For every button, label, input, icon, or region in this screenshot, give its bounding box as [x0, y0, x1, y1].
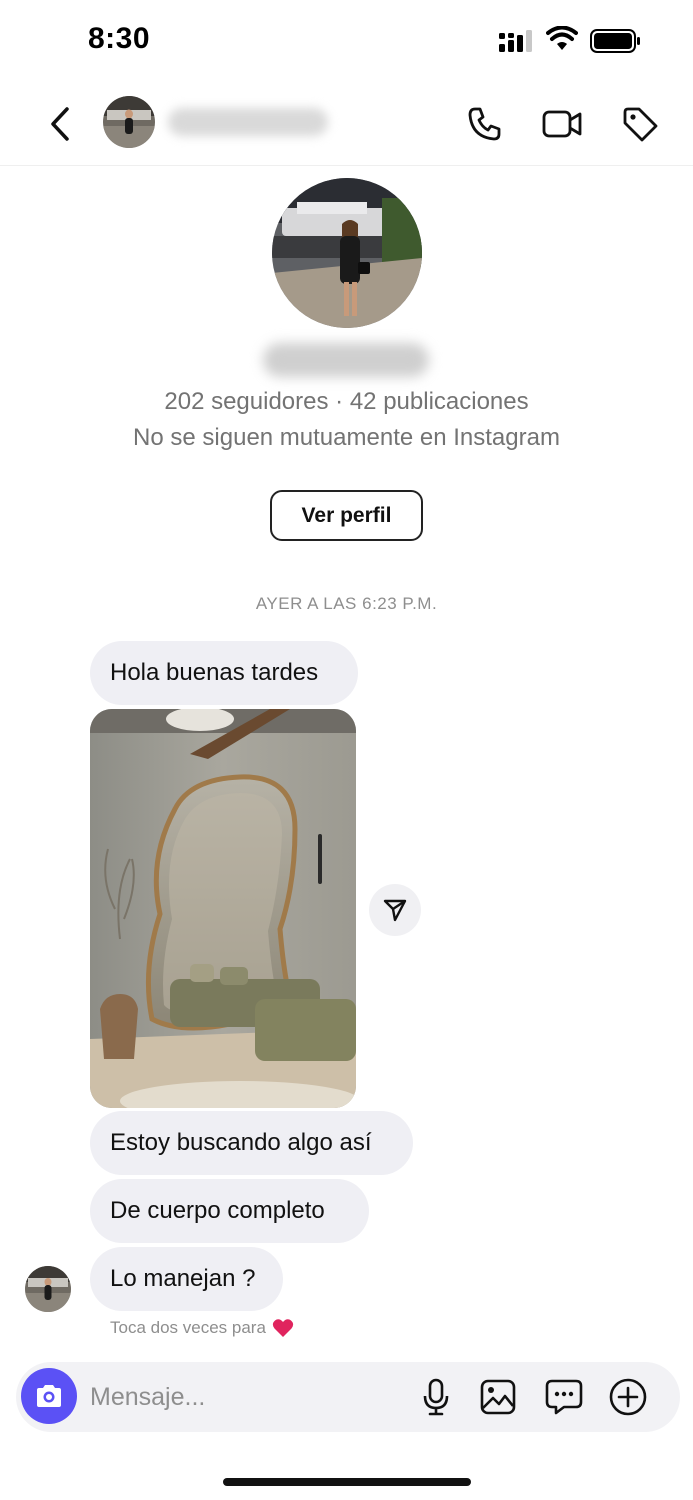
message-bubble[interactable]: Estoy buscando algo así	[90, 1111, 413, 1175]
sticker-button[interactable]	[542, 1375, 586, 1419]
chat-header	[0, 80, 693, 166]
back-button[interactable]	[40, 102, 80, 146]
camera-icon	[37, 1385, 61, 1407]
hint-text: Toca dos veces para	[110, 1318, 266, 1337]
header-avatar[interactable]	[103, 96, 155, 148]
tag-icon	[623, 107, 658, 142]
sticker-chat-icon	[545, 1379, 583, 1415]
more-options-button[interactable]	[606, 1375, 650, 1419]
gallery-button[interactable]	[476, 1375, 520, 1419]
image-message[interactable]	[90, 709, 356, 1108]
profile-stats: 202 seguidores · 42 publicaciones	[164, 388, 529, 415]
plus-icon	[609, 1378, 647, 1416]
phone-icon	[468, 107, 501, 141]
view-profile-button[interactable]: Ver perfil	[270, 490, 423, 541]
message-bubble[interactable]: Hola buenas tardes	[90, 641, 358, 705]
wifi-icon	[546, 26, 578, 50]
voice-call-button[interactable]	[460, 100, 508, 148]
gallery-icon	[480, 1379, 516, 1415]
message-composer	[16, 1362, 680, 1432]
video-camera-icon	[542, 110, 582, 138]
mutual-follow-notice: No se siguen mutuamente en Instagram	[133, 424, 560, 451]
video-call-button[interactable]	[538, 100, 586, 148]
status-bar: 8:30	[0, 0, 693, 80]
cellular-signal-icon	[499, 30, 532, 52]
camera-button[interactable]	[21, 1368, 77, 1424]
status-time: 8:30	[88, 22, 151, 55]
header-username-redacted[interactable]	[168, 108, 328, 136]
chevron-left-icon	[51, 107, 69, 141]
home-indicator	[223, 1478, 471, 1486]
sender-avatar[interactable]	[25, 1266, 71, 1312]
double-tap-hint: Toca dos veces para	[110, 1318, 294, 1338]
heart-icon	[272, 1319, 294, 1337]
microphone-icon	[423, 1378, 449, 1416]
profile-avatar[interactable]	[272, 178, 422, 328]
battery-icon	[590, 29, 640, 53]
voice-message-button[interactable]	[414, 1375, 458, 1419]
message-bubble[interactable]: De cuerpo completo	[90, 1179, 369, 1243]
profile-username-redacted	[263, 343, 429, 377]
message-bubble[interactable]: Lo manejan ?	[90, 1247, 283, 1311]
message-input[interactable]	[90, 1376, 390, 1418]
label-button[interactable]	[616, 100, 664, 148]
thread-timestamp: AYER A LAS 6:23 P.M.	[255, 594, 438, 613]
send-icon	[383, 899, 407, 922]
share-message-button[interactable]	[369, 884, 421, 936]
